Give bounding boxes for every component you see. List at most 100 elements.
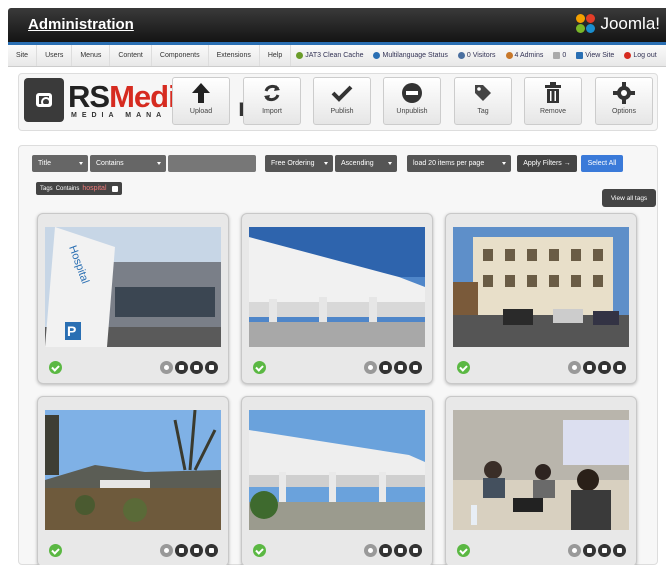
zoom-icon[interactable] [175, 544, 188, 557]
view-all-tags-button[interactable]: View all tags [602, 189, 656, 207]
media-thumbnail[interactable] [45, 410, 221, 530]
trash-icon[interactable] [205, 544, 218, 557]
edit-icon[interactable] [598, 361, 611, 374]
multilanguage-label: Multilanguage Status [382, 52, 448, 59]
ordering-value: Free Ordering [271, 160, 315, 167]
chevron-down-icon [388, 162, 392, 165]
media-thumbnail[interactable] [453, 227, 629, 347]
direction-select[interactable]: Ascending [335, 155, 397, 172]
media-thumbnail[interactable] [453, 410, 629, 530]
published-icon[interactable] [457, 361, 470, 374]
edit-icon[interactable] [190, 544, 203, 557]
published-icon[interactable] [49, 361, 62, 374]
chevron-down-icon [157, 162, 161, 165]
menu-components[interactable]: Components [152, 45, 209, 66]
minus-circle-icon [384, 78, 440, 108]
options-button[interactable]: Options [595, 77, 653, 125]
joomla-logo[interactable]: Joomla! [576, 14, 660, 34]
tag-icon[interactable] [364, 544, 377, 557]
direction-value: Ascending [341, 160, 374, 167]
trash-icon[interactable] [613, 361, 626, 374]
menu-users[interactable]: Users [37, 45, 73, 66]
filter-condition-select[interactable]: Contains [90, 155, 166, 172]
gear-icon [596, 78, 652, 108]
media-item[interactable] [445, 213, 637, 384]
published-icon[interactable] [253, 544, 266, 557]
select-all-button[interactable]: Select All [581, 155, 623, 172]
tag-button[interactable]: Tag [454, 77, 512, 125]
menu-site[interactable]: Site [8, 45, 38, 66]
published-icon[interactable] [253, 361, 266, 374]
admins-count: 4 Admins [501, 45, 549, 66]
admin-header: Administration Joomla! [8, 8, 666, 45]
per-page-select[interactable]: load 20 items per page [407, 155, 511, 172]
item-actions [568, 361, 626, 374]
zoom-icon[interactable] [583, 544, 596, 557]
tag-icon[interactable] [568, 544, 581, 557]
media-item[interactable] [241, 213, 433, 384]
edit-icon[interactable] [394, 361, 407, 374]
edit-icon[interactable] [190, 361, 203, 374]
messages-count[interactable]: 0 [548, 45, 571, 66]
multilanguage-status[interactable]: Multilanguage Status [368, 45, 452, 66]
messages-label: 0 [562, 52, 567, 59]
menu-help[interactable]: Help [260, 45, 292, 66]
zoom-icon[interactable] [379, 544, 392, 557]
remove-filter-icon[interactable] [111, 185, 118, 192]
visitors-icon [457, 52, 465, 59]
remove-button[interactable]: Remove [524, 77, 582, 125]
tag-icon[interactable] [160, 544, 173, 557]
media-item[interactable] [241, 396, 433, 565]
trash-icon[interactable] [409, 544, 422, 557]
unpublish-label: Unpublish [396, 108, 428, 115]
edit-icon[interactable] [598, 544, 611, 557]
filter-search-input[interactable] [168, 155, 256, 172]
zoom-icon[interactable] [175, 361, 188, 374]
filter-field-select[interactable]: Title [32, 155, 88, 172]
item-actions [364, 544, 422, 557]
mail-icon [553, 52, 561, 59]
trash-icon[interactable] [409, 361, 422, 374]
tag-icon[interactable] [160, 361, 173, 374]
upload-button[interactable]: Upload [172, 77, 230, 125]
item-actions [364, 361, 422, 374]
published-icon[interactable] [457, 544, 470, 557]
publish-button[interactable]: Publish [313, 77, 371, 125]
active-filter-value: hospital [82, 185, 107, 192]
trash-icon[interactable] [613, 544, 626, 557]
remove-label: Remove [539, 108, 567, 115]
trash-icon[interactable] [205, 361, 218, 374]
item-actions [568, 544, 626, 557]
filter-condition-value: Contains [96, 160, 124, 167]
zoom-icon[interactable] [583, 361, 596, 374]
apply-filters-button[interactable]: Apply Filters → [517, 155, 577, 172]
clean-cache-link[interactable]: JAT3 Clean Cache [291, 45, 368, 66]
media-thumbnail[interactable] [249, 410, 425, 530]
published-icon[interactable] [49, 544, 62, 557]
unpublish-button[interactable]: Unpublish [383, 77, 441, 125]
zoom-icon[interactable] [379, 361, 392, 374]
tag-icon[interactable] [568, 361, 581, 374]
media-item[interactable]: P Hospital [37, 213, 229, 384]
filter-field-value: Title [38, 160, 51, 167]
media-thumbnail[interactable] [249, 227, 425, 347]
admins-label: 4 Admins [514, 52, 544, 59]
menu-extensions[interactable]: Extensions [209, 45, 260, 66]
tag-icon[interactable] [364, 361, 377, 374]
admin-title[interactable]: Administration [28, 16, 134, 33]
media-item[interactable] [37, 396, 229, 565]
media-item[interactable] [445, 396, 637, 565]
logout-link[interactable]: Log out [619, 45, 661, 66]
tag-label: Tag [477, 108, 489, 115]
ordering-select[interactable]: Free Ordering [265, 155, 333, 172]
menu-content[interactable]: Content [110, 45, 152, 66]
cache-icon [296, 52, 304, 59]
menu-menus[interactable]: Menus [72, 45, 111, 66]
view-site-link[interactable]: View Site [571, 45, 619, 66]
item-actions [160, 361, 218, 374]
publish-label: Publish [330, 108, 354, 115]
edit-icon[interactable] [394, 544, 407, 557]
media-thumbnail[interactable]: P Hospital [45, 227, 221, 347]
trash-icon [525, 78, 581, 108]
import-button[interactable]: Import [243, 77, 301, 125]
